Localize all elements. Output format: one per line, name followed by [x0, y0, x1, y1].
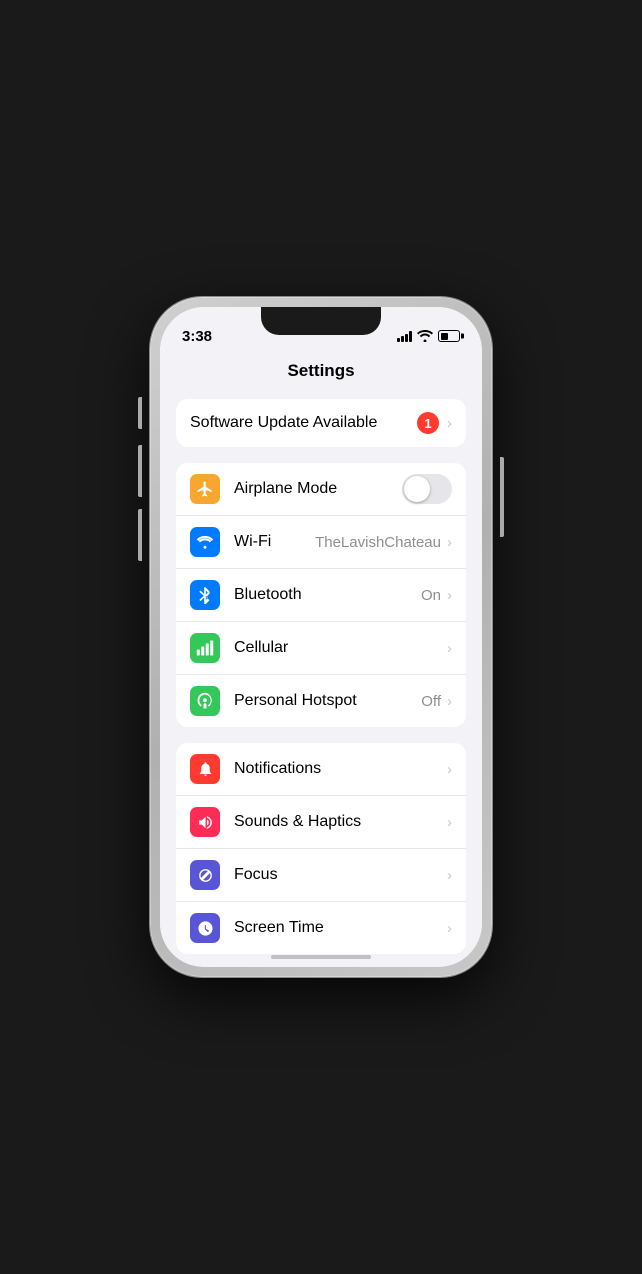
- notifications-label: Notifications: [234, 760, 447, 778]
- update-badge: 1: [417, 412, 439, 434]
- sounds-icon: [190, 807, 220, 837]
- sounds-label: Sounds & Haptics: [234, 813, 447, 831]
- hotspot-chevron-icon: ›: [447, 693, 452, 710]
- airplane-mode-icon: [190, 474, 220, 504]
- screen-time-label: Screen Time: [234, 919, 447, 937]
- bluetooth-icon: [190, 580, 220, 610]
- page-title: Settings: [160, 351, 482, 389]
- connectivity-card: Airplane Mode: [176, 463, 466, 727]
- update-label: Software Update Available: [190, 414, 417, 432]
- connectivity-section: Airplane Mode: [160, 463, 482, 727]
- sounds-row[interactable]: Sounds & Haptics ›: [176, 796, 466, 849]
- airplane-mode-toggle-thumb: [404, 476, 430, 502]
- screen-time-chevron-icon: ›: [447, 920, 452, 937]
- bluetooth-value: On: [421, 587, 441, 604]
- notifications-section: Notifications › Sounds & Haptics ›: [160, 743, 482, 954]
- cellular-icon: [190, 633, 220, 663]
- wifi-chevron-icon: ›: [447, 534, 452, 551]
- screen-time-icon: [190, 913, 220, 943]
- notifications-icon: [190, 754, 220, 784]
- phone-frame: 3:38 Settings: [150, 297, 492, 977]
- focus-icon: [190, 860, 220, 890]
- airplane-mode-toggle[interactable]: [402, 474, 452, 504]
- hotspot-row[interactable]: Personal Hotspot Off ›: [176, 675, 466, 727]
- status-icons: [397, 330, 460, 342]
- bluetooth-label: Bluetooth: [234, 586, 421, 604]
- hotspot-label: Personal Hotspot: [234, 692, 421, 710]
- focus-row[interactable]: Focus ›: [176, 849, 466, 902]
- home-indicator: [271, 955, 371, 959]
- status-time: 3:38: [182, 328, 212, 345]
- airplane-mode-label: Airplane Mode: [234, 480, 402, 498]
- notifications-row[interactable]: Notifications ›: [176, 743, 466, 796]
- update-chevron-icon: ›: [447, 415, 452, 432]
- wifi-status-icon: [417, 330, 433, 342]
- hotspot-icon: [190, 686, 220, 716]
- airplane-mode-row[interactable]: Airplane Mode: [176, 463, 466, 516]
- battery-icon: [438, 330, 460, 342]
- notifications-chevron-icon: ›: [447, 761, 452, 778]
- bluetooth-chevron-icon: ›: [447, 587, 452, 604]
- hotspot-value: Off: [421, 693, 441, 710]
- cellular-chevron-icon: ›: [447, 640, 452, 657]
- signal-bars-icon: [397, 331, 412, 342]
- screen-time-row[interactable]: Screen Time ›: [176, 902, 466, 954]
- cellular-row[interactable]: Cellular ›: [176, 622, 466, 675]
- bluetooth-row[interactable]: Bluetooth On ›: [176, 569, 466, 622]
- wifi-value: TheLavishChateau: [315, 534, 441, 551]
- settings-content[interactable]: Software Update Available 1 › Airplane M…: [160, 389, 482, 965]
- notch: [261, 307, 381, 335]
- cellular-label: Cellular: [234, 639, 447, 657]
- sounds-chevron-icon: ›: [447, 814, 452, 831]
- wifi-row[interactable]: Wi-Fi TheLavishChateau ›: [176, 516, 466, 569]
- wifi-label: Wi-Fi: [234, 533, 315, 551]
- focus-label: Focus: [234, 866, 447, 884]
- software-update-row[interactable]: Software Update Available 1 ›: [176, 399, 466, 447]
- focus-chevron-icon: ›: [447, 867, 452, 884]
- phone-screen: 3:38 Settings: [160, 307, 482, 967]
- notifications-card: Notifications › Sounds & Haptics ›: [176, 743, 466, 954]
- wifi-icon: [190, 527, 220, 557]
